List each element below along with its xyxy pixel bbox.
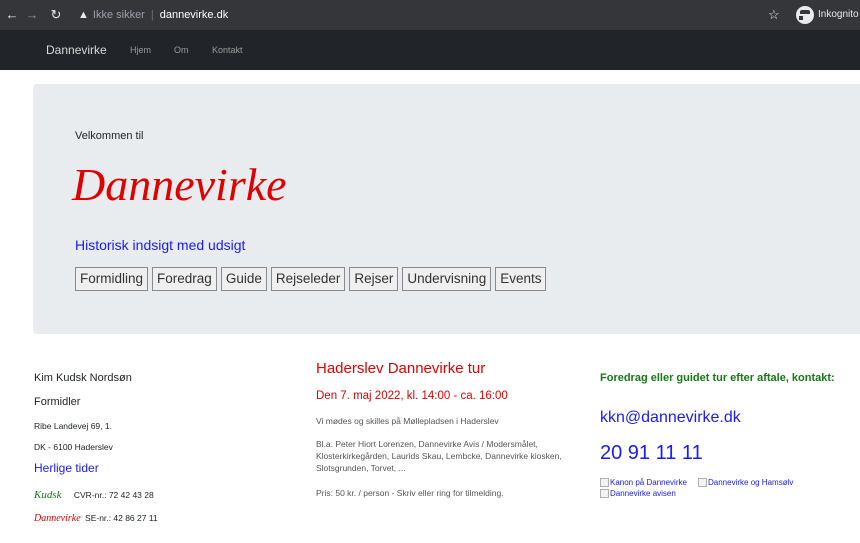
contact-city: DK - 6100 Haderslev xyxy=(34,442,113,452)
image-avisen-alt: Dannevirke avisen xyxy=(610,489,676,498)
address-separator: | xyxy=(150,9,154,21)
foredrag-button[interactable]: Foredrag xyxy=(152,267,217,291)
rejseleder-button[interactable]: Rejseleder xyxy=(270,267,346,291)
forward-arrow-icon[interactable]: → xyxy=(24,7,40,23)
dannevirke-logo: Dannevirke xyxy=(34,513,81,524)
site-navbar: Dannevirke Hjem Om Kontakt xyxy=(0,30,860,70)
browser-chrome: ← → ↻ ▲ Ikke sikker | dannevirke.dk ☆ Inkog… xyxy=(0,0,860,30)
security-label: Ikke sikker xyxy=(92,9,145,21)
herlige-tider-link[interactable]: Herlige tider xyxy=(34,461,99,475)
broken-image-icon xyxy=(698,478,707,487)
image-kanon-alt: Kanon på Dannevirke xyxy=(610,478,687,487)
formidling-button[interactable]: Formidling xyxy=(75,267,149,291)
guide-button[interactable]: Guide xyxy=(220,267,267,291)
image-avisen[interactable]: Dannevirke avisen xyxy=(600,489,676,498)
nav-link-hjem[interactable]: Hjem xyxy=(130,45,151,55)
image-hamsoelv-alt: Dannevirke og Hamsølv xyxy=(708,478,794,487)
dannevirke-se-row: Dannevirke SE-nr.: 42 86 27 11 xyxy=(34,513,158,524)
welcome-text: Velkommen til xyxy=(75,130,144,142)
incognito-icon[interactable] xyxy=(796,6,819,24)
contact-street: Ribe Landevej 69, 1. xyxy=(34,421,112,431)
kudsk-cvr-row: Kudsk CVR-nr.: 72 42 43 28 xyxy=(34,489,154,501)
warning-icon: ▲ xyxy=(78,9,89,21)
event-details: Bl.a. Peter Hiort Lorenzen, Dannevirke A… xyxy=(316,439,562,473)
navbar-brand[interactable]: Dannevirke xyxy=(46,43,107,57)
back-arrow-icon[interactable]: ← xyxy=(4,7,20,23)
broken-image-icon xyxy=(600,489,609,498)
event-price: Pris: 50 kr. / person - Skriv eller ring… xyxy=(316,488,504,498)
undervisning-button[interactable]: Undervisning xyxy=(402,267,492,291)
url-text: dannevirke.dk xyxy=(159,9,229,21)
hero-tagline[interactable]: Historisk indsigt med udsigt xyxy=(75,237,245,253)
reload-icon[interactable]: ↻ xyxy=(48,7,64,23)
contact-email-link[interactable]: kkn@dannevirke.dk xyxy=(600,409,741,427)
event-date: Den 7. maj 2022, kl. 14:00 - ca. 16:00 xyxy=(316,390,508,402)
dannevirke-se: SE-nr.: 42 86 27 11 xyxy=(85,513,158,523)
contact-role: Formidler xyxy=(34,396,81,408)
kudsk-logo: Kudsk xyxy=(34,489,62,501)
image-kanon[interactable]: Kanon på Dannevirke xyxy=(600,478,687,487)
contact-name: Kim Kudsk Nordsøn xyxy=(34,372,132,384)
hero-title: Dannevirke xyxy=(72,159,287,210)
contact-phone[interactable]: 20 91 11 11 xyxy=(600,442,703,465)
address-bar[interactable]: ▲ Ikke sikker | dannevirke.dk xyxy=(78,4,228,26)
broken-image-icon xyxy=(600,478,609,487)
kudsk-cvr: CVR-nr.: 72 42 43 28 xyxy=(73,490,154,500)
service-button-row: Formidling Foredrag Guide Rejseleder Rej… xyxy=(75,267,547,291)
image-hamsoelv[interactable]: Dannevirke og Hamsølv xyxy=(698,478,793,487)
events-button[interactable]: Events xyxy=(495,267,547,291)
event-meeting-point: Vi mødes og skilles på Møllepladsen i Ha… xyxy=(316,416,499,426)
profile-label[interactable]: Inkognito xyxy=(818,9,859,20)
nav-link-om[interactable]: Om xyxy=(174,45,189,55)
bookmark-star-icon[interactable]: ☆ xyxy=(768,7,780,23)
rejser-button[interactable]: Rejser xyxy=(349,267,399,291)
contact-heading: Foredrag eller guidet tur efter aftale, … xyxy=(600,372,835,384)
nav-link-kontakt[interactable]: Kontakt xyxy=(212,45,243,55)
event-title: Haderslev Dannevirke tur xyxy=(316,360,486,377)
